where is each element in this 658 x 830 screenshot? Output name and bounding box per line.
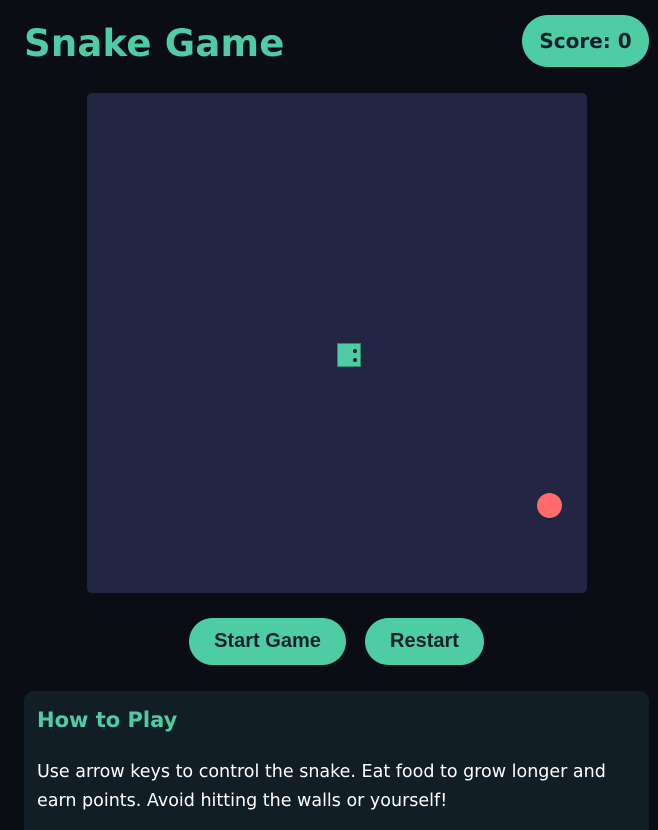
snake-head [337,343,361,367]
restart-button[interactable]: Restart [365,618,484,665]
snake-game-app: Snake Game Score: 0 Start Game Restart H… [0,0,658,830]
start-game-button[interactable]: Start Game [189,618,346,665]
food-item [537,493,562,518]
score-badge: Score: 0 [522,15,649,67]
how-to-play-title: How to Play [37,708,178,732]
score-value: 0 [617,29,632,53]
snake-eye [353,358,357,362]
page-title: Snake Game [24,22,285,65]
snake-eye [353,349,357,353]
score-label: Score: [539,29,611,53]
how-to-play-text: Use arrow keys to control the snake. Eat… [37,762,606,811]
how-to-play-panel: How to Play Use arrow keys to control th… [24,691,649,830]
game-board[interactable] [87,93,587,593]
